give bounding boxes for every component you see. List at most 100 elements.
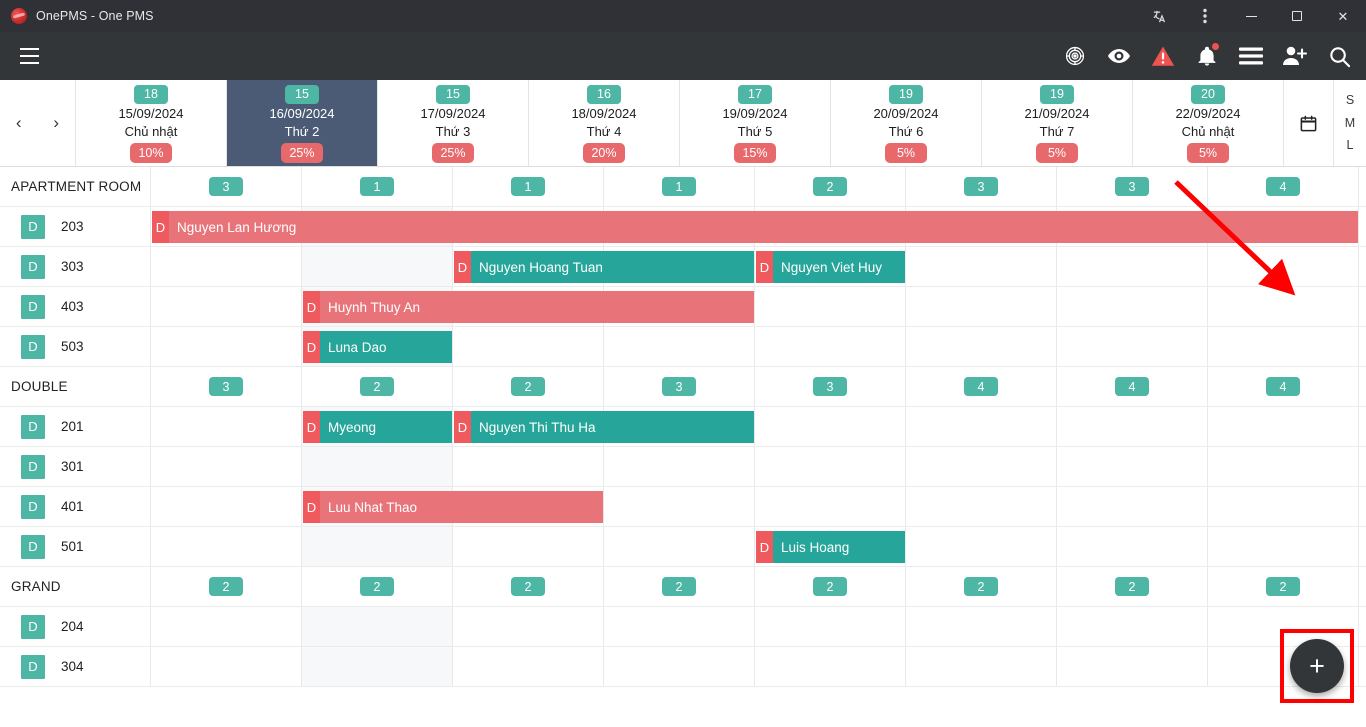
booking-bar[interactable]: D Nguyen Thi Thu Ha <box>454 411 754 443</box>
booking-cell[interactable] <box>1208 487 1359 526</box>
booking-cell[interactable] <box>604 607 755 646</box>
booking-cell[interactable] <box>1057 327 1208 366</box>
room-label[interactable]: D 203 <box>0 207 151 246</box>
booking-cell[interactable] <box>906 607 1057 646</box>
view-size-option-s[interactable]: S <box>1346 94 1354 107</box>
booking-cell[interactable] <box>1057 487 1208 526</box>
booking-cell[interactable] <box>151 647 302 686</box>
booking-cell[interactable] <box>1208 327 1359 366</box>
booking-bar[interactable]: D Huynh Thuy An <box>303 291 754 323</box>
booking-cell[interactable] <box>604 487 755 526</box>
booking-bar[interactable]: D Nguyen Hoang Tuan <box>454 251 754 283</box>
booking-cell[interactable] <box>1208 287 1359 326</box>
booking-cell[interactable] <box>453 607 604 646</box>
booking-cell[interactable] <box>151 607 302 646</box>
booking-cell[interactable] <box>755 487 906 526</box>
day-column[interactable]: 18 15/09/2024 Chủ nhật 10% <box>76 80 227 166</box>
booking-cell[interactable] <box>755 327 906 366</box>
booking-cell[interactable] <box>1057 527 1208 566</box>
booking-cell[interactable] <box>604 447 755 486</box>
booking-bar[interactable]: D Luu Nhat Thao <box>303 491 603 523</box>
day-column[interactable]: 20 22/09/2024 Chủ nhật 5% <box>1133 80 1284 166</box>
booking-cell[interactable] <box>302 607 453 646</box>
booking-cell[interactable] <box>453 327 604 366</box>
room-label[interactable]: D 503 <box>0 327 151 366</box>
booking-cell[interactable] <box>1208 247 1359 286</box>
booking-cell[interactable] <box>151 447 302 486</box>
booking-cell[interactable] <box>1057 647 1208 686</box>
booking-cell[interactable] <box>906 327 1057 366</box>
booking-bar[interactable]: D Luis Hoang <box>756 531 905 563</box>
room-label[interactable]: D 401 <box>0 487 151 526</box>
close-button[interactable]: ✕ <box>1320 0 1366 32</box>
maximize-button[interactable] <box>1274 0 1320 32</box>
minimize-button[interactable] <box>1228 0 1274 32</box>
booking-cell[interactable] <box>604 647 755 686</box>
booking-bar[interactable]: D Nguyen Lan Hương <box>152 211 1358 243</box>
booking-cell[interactable] <box>906 647 1057 686</box>
room-label[interactable]: D 204 <box>0 607 151 646</box>
booking-bar[interactable]: D Luna Dao <box>303 331 452 363</box>
booking-cell[interactable] <box>755 607 906 646</box>
booking-cell[interactable] <box>151 407 302 446</box>
booking-cell[interactable] <box>755 287 906 326</box>
booking-cell[interactable] <box>453 647 604 686</box>
calendar-picker-button[interactable] <box>1284 80 1334 166</box>
eye-icon[interactable] <box>1106 43 1132 69</box>
prev-period-button[interactable]: ‹ <box>6 110 32 136</box>
booking-cell[interactable] <box>604 327 755 366</box>
booking-cell[interactable] <box>1057 407 1208 446</box>
fingerprint-icon[interactable] <box>1062 43 1088 69</box>
booking-cell[interactable] <box>151 327 302 366</box>
booking-cell[interactable] <box>151 247 302 286</box>
booking-cell[interactable] <box>453 527 604 566</box>
booking-cell[interactable] <box>302 447 453 486</box>
notification-bell-icon[interactable] <box>1194 42 1220 69</box>
booking-cell[interactable] <box>302 647 453 686</box>
booking-cell[interactable] <box>151 527 302 566</box>
booking-cell[interactable] <box>1057 287 1208 326</box>
booking-bar[interactable]: D Myeong <box>303 411 452 443</box>
room-label[interactable]: D 301 <box>0 447 151 486</box>
day-column[interactable]: 15 17/09/2024 Thứ 3 25% <box>378 80 529 166</box>
booking-cell[interactable] <box>302 527 453 566</box>
warning-icon[interactable] <box>1150 43 1176 69</box>
day-column[interactable]: 19 21/09/2024 Thứ 7 5% <box>982 80 1133 166</box>
booking-cell[interactable] <box>1057 607 1208 646</box>
view-size-option-m[interactable]: M <box>1345 117 1355 130</box>
booking-cell[interactable] <box>151 287 302 326</box>
hamburger-icon[interactable] <box>12 39 46 73</box>
booking-cell[interactable] <box>906 407 1057 446</box>
booking-cell[interactable] <box>1208 607 1359 646</box>
booking-cell[interactable] <box>906 487 1057 526</box>
booking-cell[interactable] <box>604 527 755 566</box>
booking-cell[interactable] <box>755 407 906 446</box>
kebab-menu-icon[interactable] <box>1182 0 1228 32</box>
booking-cell[interactable] <box>906 247 1057 286</box>
next-period-button[interactable]: › <box>43 110 69 136</box>
booking-cell[interactable] <box>906 287 1057 326</box>
booking-cell[interactable] <box>151 487 302 526</box>
booking-cell[interactable] <box>755 447 906 486</box>
list-menu-icon[interactable] <box>1238 43 1264 69</box>
booking-cell[interactable] <box>755 647 906 686</box>
booking-cell[interactable] <box>1208 527 1359 566</box>
booking-cell[interactable] <box>1057 447 1208 486</box>
day-column[interactable]: 15 16/09/2024 Thứ 2 25% <box>227 80 378 166</box>
add-person-icon[interactable] <box>1282 43 1308 69</box>
view-size-option-l[interactable]: L <box>1347 139 1354 152</box>
booking-cell[interactable] <box>453 447 604 486</box>
search-icon[interactable] <box>1326 43 1352 69</box>
day-column[interactable]: 17 19/09/2024 Thứ 5 15% <box>680 80 831 166</box>
day-column[interactable]: 19 20/09/2024 Thứ 6 5% <box>831 80 982 166</box>
booking-cell[interactable] <box>1208 407 1359 446</box>
booking-cell[interactable] <box>302 247 453 286</box>
room-label[interactable]: D 201 <box>0 407 151 446</box>
booking-cell[interactable] <box>1208 447 1359 486</box>
room-label[interactable]: D 403 <box>0 287 151 326</box>
room-label[interactable]: D 304 <box>0 647 151 686</box>
room-label[interactable]: D 501 <box>0 527 151 566</box>
booking-cell[interactable] <box>1057 247 1208 286</box>
room-label[interactable]: D 303 <box>0 247 151 286</box>
add-booking-fab[interactable]: + <box>1290 639 1344 693</box>
